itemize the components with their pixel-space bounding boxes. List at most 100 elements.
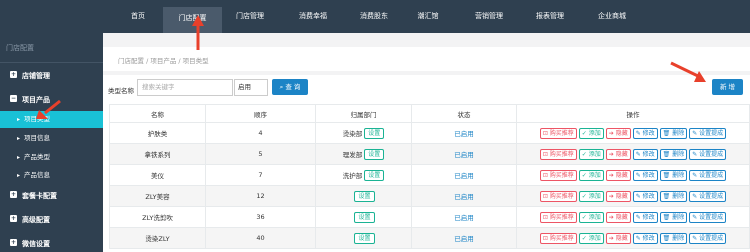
action-button-2[interactable]: ➔ 隐藏 xyxy=(605,148,631,160)
department-setting-button[interactable]: 设置 xyxy=(354,232,375,244)
sidebar-item-label: 项目信息 xyxy=(24,134,50,142)
status-select[interactable]: 启用 xyxy=(234,79,268,96)
action-button-5[interactable]: ✎ 设置提成 xyxy=(689,169,727,181)
arrow-icon: ➔ xyxy=(608,213,616,221)
action-label: 隐藏 xyxy=(615,129,628,137)
cell-name: 烫染ZLY xyxy=(109,227,206,249)
cell-status: 已启用 xyxy=(411,143,517,165)
action-button-2[interactable]: ➔ 隐藏 xyxy=(605,127,631,139)
sidebar-item-project-info[interactable]: ▸ 项目信息 xyxy=(0,130,103,147)
action-button-5[interactable]: ✎ 设置提成 xyxy=(689,211,727,223)
action-button-0[interactable]: ⊡ 购买推荐 xyxy=(539,232,577,244)
action-button-4[interactable]: 🗑 删除 xyxy=(659,169,688,181)
action-button-5[interactable]: ✎ 设置提成 xyxy=(689,232,727,244)
department-setting-button[interactable]: 设置 xyxy=(354,190,375,202)
cart-icon: ⊡ xyxy=(542,171,550,179)
department-name: 烫染部 xyxy=(342,130,363,138)
action-button-5[interactable]: ✎ 设置提成 xyxy=(689,127,727,139)
nav-item-store-management[interactable]: 门店管理 xyxy=(225,0,275,33)
sidebar-group-advanced-config[interactable]: + 高级配置 xyxy=(0,215,103,227)
action-button-0[interactable]: ⊡ 购买推荐 xyxy=(539,169,577,181)
add-button[interactable]: 新 增 xyxy=(712,79,743,95)
sidebar-item-product-info[interactable]: ▸ 产品信息 xyxy=(0,167,103,184)
action-button-3[interactable]: ✎ 修改 xyxy=(632,148,658,160)
sidebar-item-product-type[interactable]: ▸ 产品类型 xyxy=(0,149,103,166)
nav-item-enterprise-mall[interactable]: 企业商城 xyxy=(587,0,637,33)
action-button-5[interactable]: ✎ 设置提成 xyxy=(689,190,727,202)
check-icon: ✓ xyxy=(581,234,589,242)
action-button-3[interactable]: ✎ 修改 xyxy=(632,211,658,223)
nav-item-consumer-happiness[interactable]: 消费幸福 xyxy=(288,0,338,33)
cell-order: 4 xyxy=(205,122,316,144)
sidebar-group-store-management[interactable]: + 店铺管理 xyxy=(0,71,103,83)
action-label: 删除 xyxy=(672,192,685,200)
bullet-icon: ▸ xyxy=(17,172,21,179)
action-button-1[interactable]: ✓ 添加 xyxy=(578,127,604,139)
action-label: 设置提成 xyxy=(699,171,724,179)
arrow-icon: ➔ xyxy=(608,234,616,242)
trash-icon: 🗑 xyxy=(662,129,673,137)
action-button-1[interactable]: ✓ 添加 xyxy=(578,169,604,181)
cart-icon: ⊡ xyxy=(542,234,550,242)
cell-status: 已启用 xyxy=(411,206,517,228)
check-icon: ✓ xyxy=(581,192,589,200)
action-button-3[interactable]: ✎ 修改 xyxy=(632,169,658,181)
action-button-4[interactable]: 🗑 删除 xyxy=(659,127,688,139)
action-button-4[interactable]: 🗑 删除 xyxy=(659,232,688,244)
department-setting-button[interactable]: 设置 xyxy=(364,127,385,139)
nav-item-consumer-shareholder[interactable]: 消费股东 xyxy=(349,0,399,33)
nav-item-home[interactable]: 首页 xyxy=(118,0,158,33)
department-setting-button[interactable]: 设置 xyxy=(364,148,385,160)
action-button-2[interactable]: ➔ 隐藏 xyxy=(605,232,631,244)
department-setting-button[interactable]: 设置 xyxy=(354,211,375,223)
action-button-0[interactable]: ⊡ 购买推荐 xyxy=(539,190,577,202)
cell-actions: ⊡ 购买推荐 ✓ 添加 ➔ 隐藏 ✎ 修改 🗑 删除 ✎ 设置提成 xyxy=(516,227,750,249)
arrow-icon: ➔ xyxy=(608,192,616,200)
action-button-1[interactable]: ✓ 添加 xyxy=(578,148,604,160)
cell-order: 36 xyxy=(205,206,316,228)
action-button-3[interactable]: ✎ 修改 xyxy=(632,190,658,202)
sidebar-item-project-type[interactable]: ▸ 项目类型 xyxy=(0,111,103,128)
action-button-1[interactable]: ✓ 添加 xyxy=(578,232,604,244)
action-button-4[interactable]: 🗑 删除 xyxy=(659,190,688,202)
action-button-0[interactable]: ⊡ 购买推荐 xyxy=(539,127,577,139)
sidebar-group-label: 高级配置 xyxy=(22,216,50,224)
sidebar-group-package-card-config[interactable]: + 套餐卡配置 xyxy=(0,191,103,203)
minus-square-icon: − xyxy=(10,95,17,102)
cell-name: 护肤类 xyxy=(109,122,206,144)
table-row: 拿铁系列 5 理发部 设置 已启用 ⊡ 购买推荐 ✓ 添加 ➔ 隐藏 ✎ 修改 🗑 删除 ✎ 设置提… xyxy=(109,143,750,165)
action-button-0[interactable]: ⊡ 购买推荐 xyxy=(539,148,577,160)
action-button-3[interactable]: ✎ 修改 xyxy=(632,127,658,139)
main-panel: 门店配置 / 项目产品 / 项目类型 类型名称 搜索关键字 启用 ⌕ 查 询 新… xyxy=(103,33,750,252)
plus-square-icon: + xyxy=(10,71,17,78)
action-button-2[interactable]: ➔ 隐藏 xyxy=(605,169,631,181)
action-button-2[interactable]: ➔ 隐藏 xyxy=(605,190,631,202)
action-button-4[interactable]: 🗑 删除 xyxy=(659,148,688,160)
action-button-1[interactable]: ✓ 添加 xyxy=(578,190,604,202)
action-button-1[interactable]: ✓ 添加 xyxy=(578,211,604,223)
sidebar-title: 门店配置 xyxy=(6,44,34,52)
logo-area xyxy=(0,0,103,33)
nav-item-chaohui-hall[interactable]: 潮汇馆 xyxy=(408,0,448,33)
sidebar-item-label: 产品信息 xyxy=(24,171,50,179)
content-panel: 类型名称 搜索关键字 启用 ⌕ 查 询 新 增 名称 顺序 归属部门 状态 操作… xyxy=(103,75,750,252)
department-setting-button[interactable]: 设置 xyxy=(364,169,385,181)
search-input[interactable]: 搜索关键字 xyxy=(137,79,233,96)
action-button-4[interactable]: 🗑 删除 xyxy=(659,211,688,223)
sidebar-group-wechat-settings[interactable]: + 微信设置 xyxy=(0,239,103,251)
action-label: 购买推荐 xyxy=(549,150,574,158)
cell-department: 理发部 设置 xyxy=(315,143,412,165)
action-label: 修改 xyxy=(642,234,655,242)
action-button-5[interactable]: ✎ 设置提成 xyxy=(689,148,727,160)
action-label: 修改 xyxy=(642,171,655,179)
action-button-0[interactable]: ⊡ 购买推荐 xyxy=(539,211,577,223)
action-button-2[interactable]: ➔ 隐藏 xyxy=(605,211,631,223)
nav-item-store-config[interactable]: 门店配置 xyxy=(163,7,222,33)
nav-item-marketing[interactable]: 营销管理 xyxy=(464,0,514,33)
plus-square-icon: + xyxy=(10,191,17,198)
nav-item-reports[interactable]: 报表管理 xyxy=(525,0,575,33)
action-button-3[interactable]: ✎ 修改 xyxy=(632,232,658,244)
sidebar-group-project-products[interactable]: − 项目产品 xyxy=(0,95,103,107)
query-button[interactable]: ⌕ 查 询 xyxy=(272,79,308,95)
cell-status: 已启用 xyxy=(411,227,517,249)
